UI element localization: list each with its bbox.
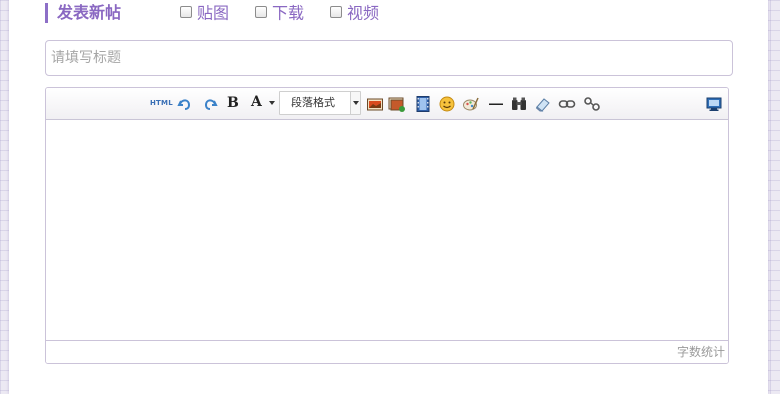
emotion-icon[interactable] <box>438 95 456 113</box>
option-download[interactable]: 下载 <box>255 3 304 23</box>
html-source-icon[interactable]: HTML <box>150 97 173 109</box>
editor-content-area[interactable] <box>46 120 728 340</box>
option-video-label: 视频 <box>347 3 380 23</box>
page-title: 发表新帖 <box>57 3 122 22</box>
search-replace-icon[interactable] <box>510 95 528 113</box>
editor-toolbar: HTML B A 段落格式 <box>46 88 728 120</box>
scrawl-icon[interactable] <box>462 95 480 113</box>
image-gallery-icon[interactable] <box>388 95 406 113</box>
paragraph-format-label: 段落格式 <box>291 96 335 109</box>
eraser-icon[interactable] <box>534 95 552 113</box>
title-input[interactable] <box>45 40 733 76</box>
undo-icon[interactable] <box>176 95 194 113</box>
chevron-down-icon[interactable] <box>350 92 360 114</box>
bold-icon[interactable]: B <box>227 94 239 112</box>
post-header: 发表新帖 贴图 下载 视频 <box>45 3 745 23</box>
rich-text-editor: HTML B A 段落格式 字数统计 <box>45 87 729 364</box>
unlink-icon[interactable] <box>583 95 601 113</box>
font-color-dropdown-icon[interactable] <box>269 101 275 105</box>
paragraph-format-select[interactable]: 段落格式 <box>279 91 361 115</box>
redo-icon[interactable] <box>201 95 219 113</box>
horizontal-rule-icon[interactable] <box>487 95 505 113</box>
image-checkbox[interactable] <box>180 5 192 18</box>
title-accent-bar <box>45 3 48 23</box>
editor-statusbar: 字数统计 <box>46 340 728 363</box>
post-panel: 发表新帖 贴图 下载 视频 HTML B A 段落格式 <box>9 0 768 394</box>
option-image[interactable]: 贴图 <box>180 3 229 23</box>
option-download-label: 下载 <box>272 3 305 23</box>
fullscreen-icon[interactable] <box>705 95 723 113</box>
download-checkbox[interactable] <box>255 5 267 18</box>
option-video[interactable]: 视频 <box>330 3 379 23</box>
option-image-label: 贴图 <box>197 3 230 23</box>
insert-video-icon[interactable] <box>414 95 432 113</box>
insert-image-icon[interactable] <box>366 95 384 113</box>
font-color-icon[interactable]: A <box>251 93 262 111</box>
link-icon[interactable] <box>558 95 576 113</box>
word-count-label: 字数统计 <box>676 345 725 359</box>
video-checkbox[interactable] <box>330 5 342 18</box>
